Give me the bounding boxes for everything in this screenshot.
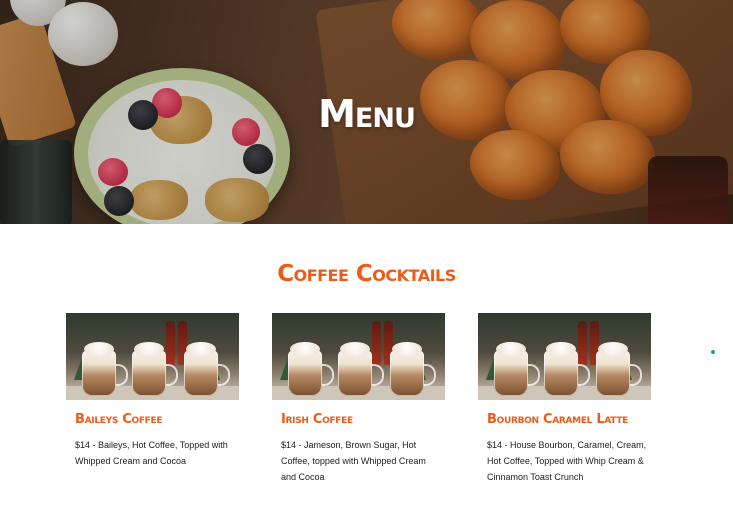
page-title: Menu (318, 92, 416, 136)
menu-item-name: Bourbon Caramel Latte (487, 412, 629, 427)
menu-item-card: Irish Coffee $14 - Jameson, Brown Sugar,… (272, 313, 445, 485)
menu-item-image (66, 313, 239, 400)
menu-item-image (478, 313, 651, 400)
section-title: Coffee Cocktails (277, 261, 456, 287)
menu-item-description: $14 - Jameson, Brown Sugar, Hot Coffee, … (281, 440, 426, 482)
hero-banner: Menu (0, 0, 733, 224)
menu-item-description: $14 - House Bourbon, Caramel, Cream, Hot… (487, 440, 647, 482)
menu-item-name: Irish Coffee (281, 412, 353, 427)
menu-item-card: Baileys Coffee $14 - Baileys, Hot Coffee… (66, 313, 239, 469)
menu-item-description: $14 - Baileys, Hot Coffee, Topped with W… (75, 440, 228, 466)
slider-indicator-dot[interactable] (711, 350, 715, 354)
menu-item-card: Bourbon Caramel Latte $14 - House Bourbo… (478, 313, 651, 485)
menu-item-name: Baileys Coffee (75, 412, 163, 427)
menu-item-image (272, 313, 445, 400)
